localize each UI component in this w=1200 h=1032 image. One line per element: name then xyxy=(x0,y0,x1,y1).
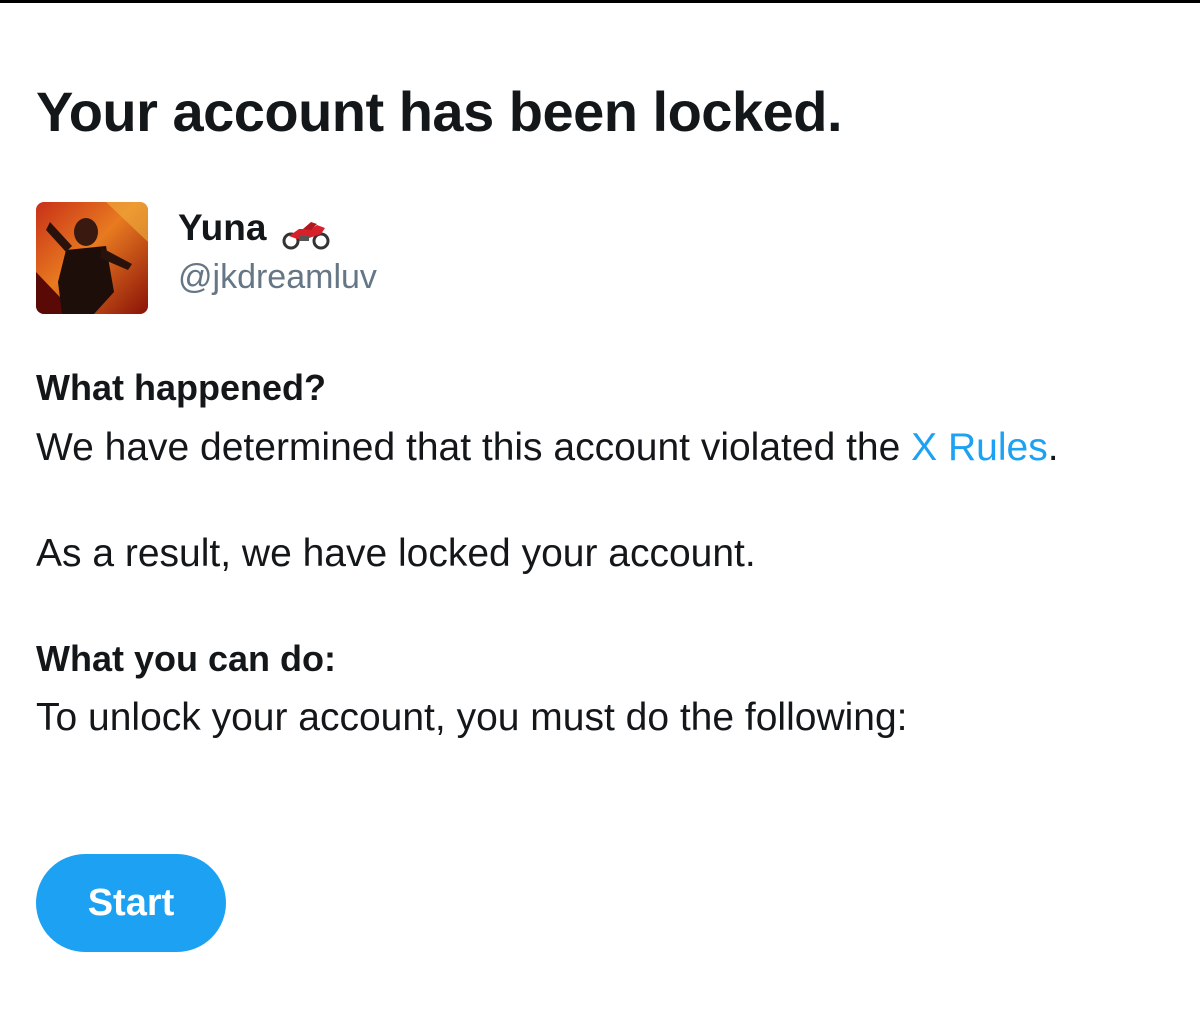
x-rules-link[interactable]: X Rules xyxy=(911,426,1048,469)
page-title: Your account has been locked. xyxy=(36,80,843,143)
what-happened-heading: What happened? xyxy=(36,367,326,408)
result-text: As a result, we have locked your account… xyxy=(36,532,756,575)
what-you-can-do-heading: What you can do: xyxy=(36,638,336,679)
avatar xyxy=(36,202,148,314)
violation-text: We have determined that this account vio… xyxy=(36,424,1059,472)
violation-text-suffix: . xyxy=(1047,426,1059,469)
motorcycle-icon xyxy=(281,220,331,250)
account-profile: Yuna @jkdreamluv xyxy=(36,202,636,314)
violation-text-prefix: We have determined that this account vio… xyxy=(36,426,912,469)
start-button[interactable]: Start xyxy=(36,854,226,952)
top-divider xyxy=(0,0,1200,3)
unlock-instructions-text: To unlock your account, you must do the … xyxy=(36,696,908,739)
display-name: Yuna xyxy=(178,207,267,248)
account-handle: @jkdreamluv xyxy=(178,258,377,296)
